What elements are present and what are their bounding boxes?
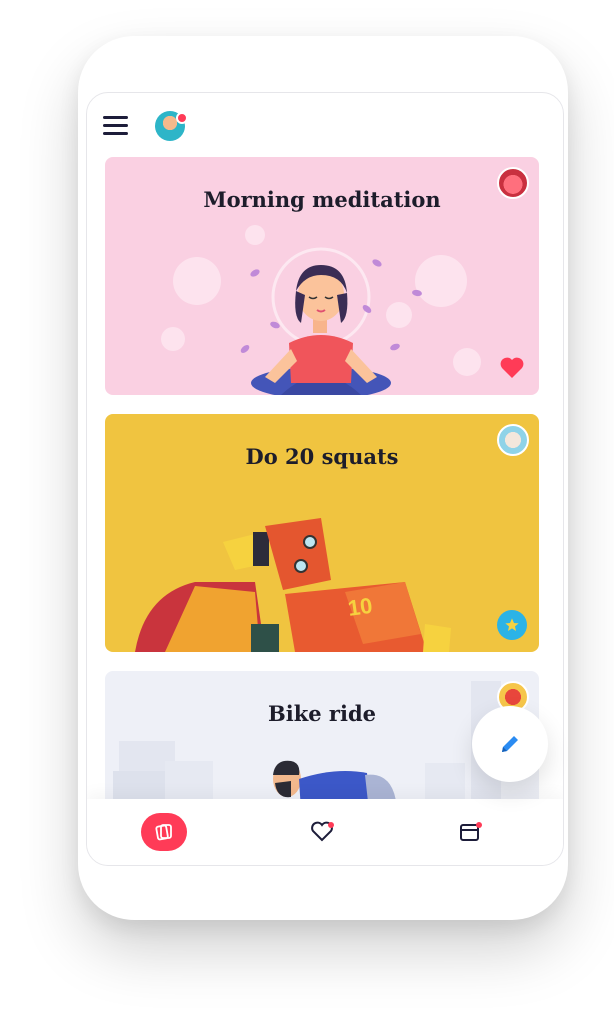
card-title: Do 20 squats (245, 444, 399, 469)
face-avatar-icon (497, 167, 529, 199)
favorites-tab-icon[interactable] (303, 813, 343, 851)
calendar-tab-icon[interactable] (451, 813, 491, 851)
card-do-20-squats[interactable]: 10 Do 20 squats (105, 414, 539, 652)
edit-fab-button[interactable] (472, 706, 548, 782)
card-title: Morning meditation (203, 187, 441, 212)
heart-icon[interactable] (497, 353, 527, 383)
star-icon[interactable] (497, 610, 527, 640)
hand-avatar-icon (497, 424, 529, 456)
user-avatar[interactable] (155, 111, 188, 141)
cards-tab-icon[interactable] (141, 813, 187, 851)
bottom-tab-bar (87, 799, 563, 865)
notification-dot (176, 112, 188, 124)
pencil-icon (502, 736, 518, 752)
card-morning-meditation[interactable]: Morning meditation (105, 157, 539, 395)
card-title: Bike ride (267, 701, 377, 726)
svg-text:10: 10 (346, 593, 374, 621)
menu-icon[interactable] (103, 116, 129, 136)
top-bar (87, 93, 563, 155)
